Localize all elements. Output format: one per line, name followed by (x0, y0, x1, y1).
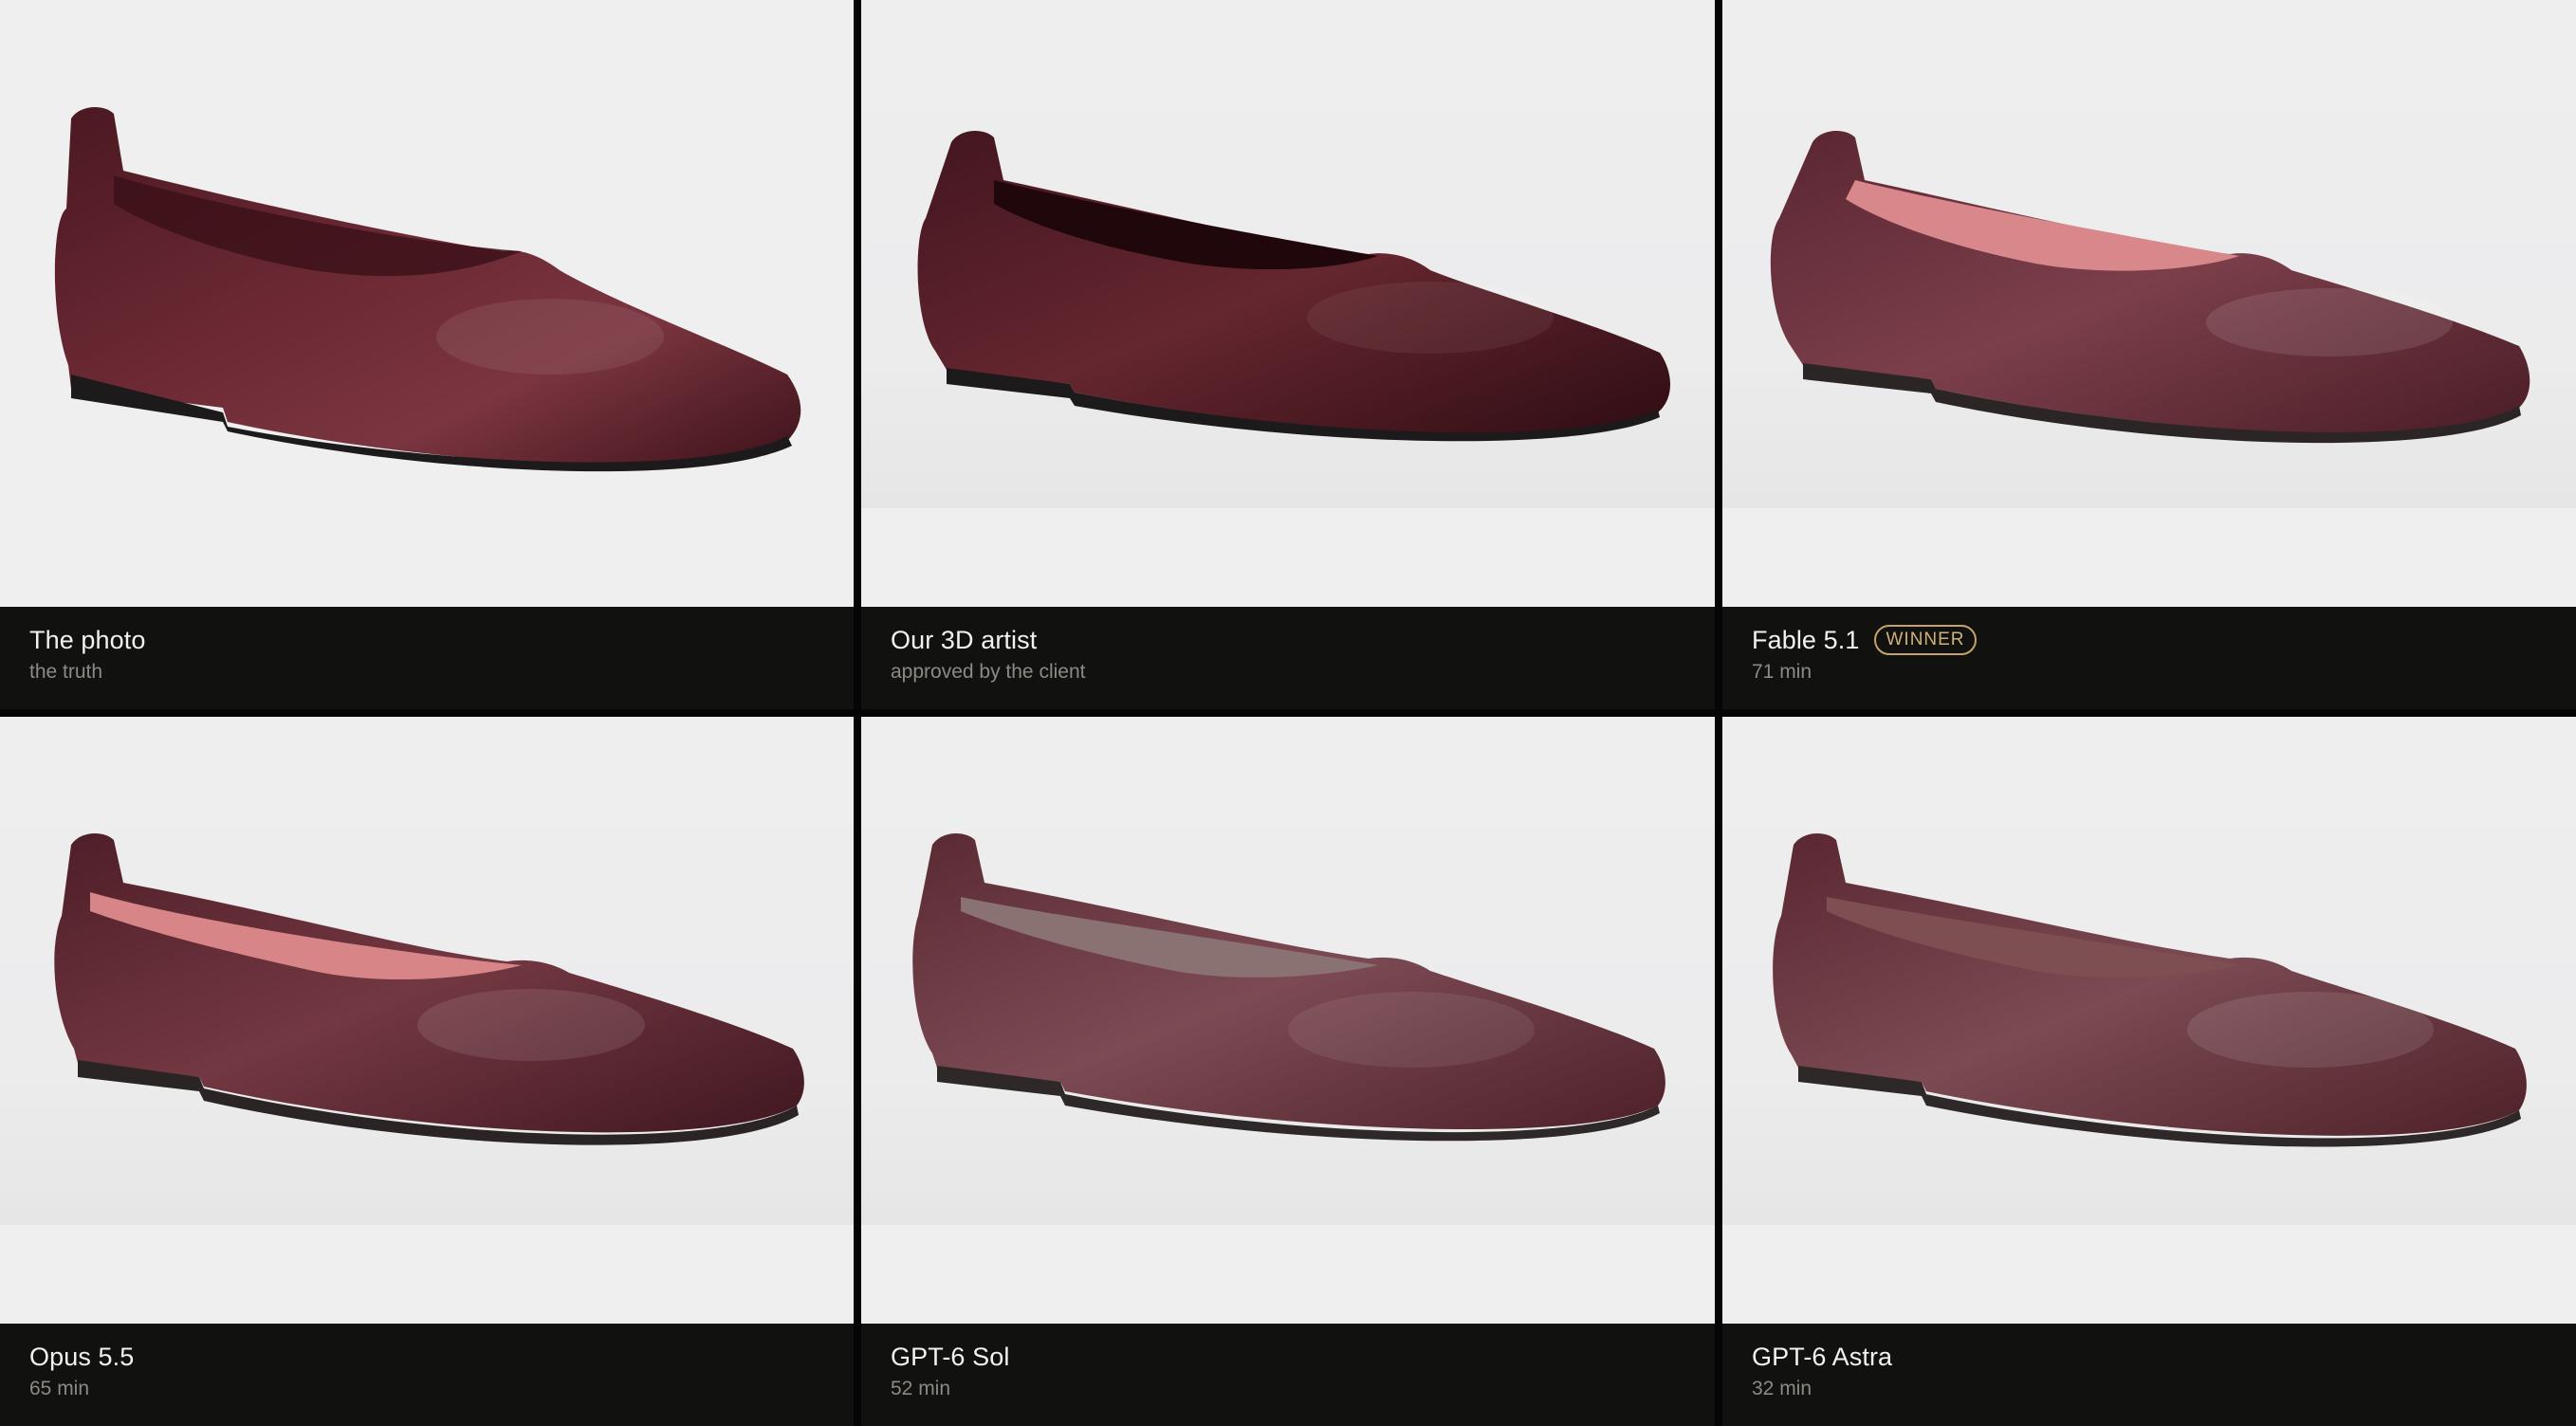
card-subtitle: the truth (29, 661, 103, 683)
card-title: GPT-6 Astra (1752, 1343, 1893, 1371)
card-the-photo: The photo the truth (0, 0, 854, 709)
shoe-image (54, 107, 801, 472)
card-subtitle: 65 min (29, 1378, 90, 1399)
shoe-image-area (861, 0, 1715, 607)
card-subtitle: approved by the client (891, 661, 1086, 683)
card-title: The photo (29, 626, 146, 654)
card-caption: Opus 5.5 65 min (0, 1324, 854, 1426)
shoe-image-area (1722, 0, 2576, 607)
card-title: Opus 5.5 (29, 1343, 135, 1371)
shoe-image (912, 833, 1665, 1142)
comparison-grid: The photo the truth Our 3D artist approv… (0, 0, 2576, 1426)
card-our-3d-artist: Our 3D artist approved by the client (861, 0, 1715, 709)
shoe-image (54, 833, 804, 1145)
card-title-row: Opus 5.5 (29, 1341, 134, 1373)
card-title-row: Fable 5.1 WINNER (1752, 624, 1977, 656)
shoe-image (1770, 131, 2530, 444)
card-caption: Fable 5.1 WINNER 71 min (1722, 607, 2576, 709)
shoe-image (1773, 833, 2527, 1147)
card-subtitle: 52 min (891, 1378, 951, 1399)
card-caption: The photo the truth (0, 607, 854, 709)
shoe-image-area (1722, 717, 2576, 1324)
card-gpt-6-sol: GPT-6 Sol 52 min (861, 717, 1715, 1426)
shoe-image (917, 131, 1670, 442)
card-title: GPT-6 Sol (891, 1343, 1010, 1371)
shoe-image-area (861, 717, 1715, 1324)
shoe-image-area (0, 0, 854, 607)
card-title-row: The photo (29, 624, 146, 656)
card-caption: GPT-6 Sol 52 min (861, 1324, 1715, 1426)
card-subtitle: 32 min (1752, 1378, 1812, 1399)
card-fable-5-1: Fable 5.1 WINNER 71 min (1722, 0, 2576, 709)
winner-badge: WINNER (1874, 625, 1977, 655)
card-opus-5-5: Opus 5.5 65 min (0, 717, 854, 1426)
card-title: Fable 5.1 (1752, 626, 1860, 654)
card-subtitle: 71 min (1752, 661, 1812, 683)
card-caption: Our 3D artist approved by the client (861, 607, 1715, 709)
card-caption: GPT-6 Astra 32 min (1722, 1324, 2576, 1426)
shoe-image-area (0, 717, 854, 1324)
card-title-row: Our 3D artist (891, 624, 1037, 656)
card-title-row: GPT-6 Astra (1752, 1341, 1892, 1373)
card-gpt-6-astra: GPT-6 Astra 32 min (1722, 717, 2576, 1426)
card-title-row: GPT-6 Sol (891, 1341, 1009, 1373)
card-title: Our 3D artist (891, 626, 1038, 654)
